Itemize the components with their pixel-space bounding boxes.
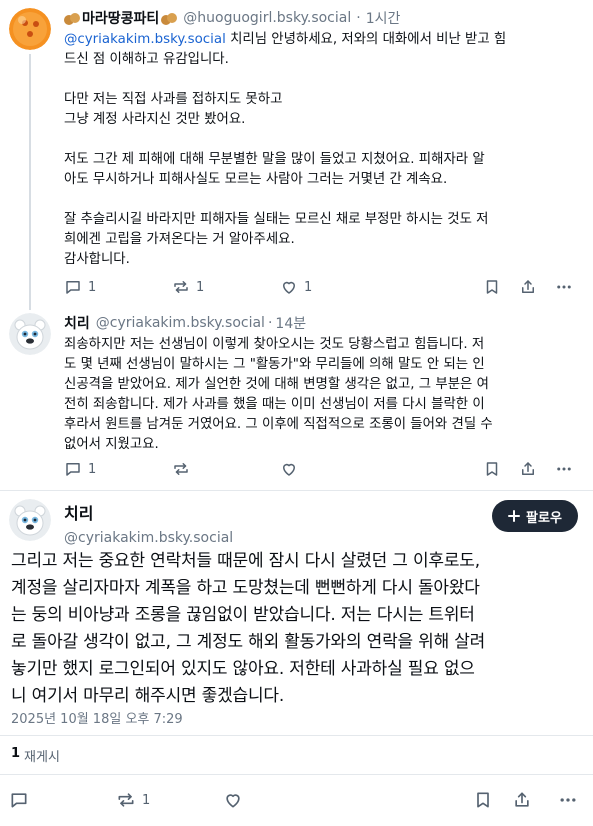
heart-icon: [283, 281, 295, 294]
post1-separator: ·: [356, 10, 361, 26]
peanut-icon: [64, 11, 80, 25]
post3-author-block: 치리 @cyriakakim.bsky.social: [64, 500, 233, 546]
thread-connector-line: [29, 54, 31, 310]
post2-display-name[interactable]: 치리: [64, 313, 90, 333]
post3-body: 그리고 저는 중요한 연락처들 때문에 잠시 다시 살렸던 그 이후로도, 계정…: [11, 551, 486, 706]
bookmark-icon: [486, 462, 498, 476]
speech-bubble-icon: [66, 281, 80, 294]
post1-bookmark-button[interactable]: [483, 278, 501, 296]
post3-timestamp[interactable]: 2025년 10월 18일 오후 7:29: [11, 708, 183, 727]
follow-button-label: 팔로우: [526, 510, 562, 526]
repost-arrows-icon: [174, 463, 188, 475]
plus-icon: [508, 510, 521, 522]
post3-display-name[interactable]: 치리: [64, 500, 233, 524]
repost-arrows-icon: [174, 281, 188, 293]
post3-like-button[interactable]: [223, 790, 243, 810]
post1-repost-button[interactable]: 1: [172, 278, 204, 296]
bookmark-icon: [486, 280, 498, 294]
post1-text: 치리님 안녕하세요, 저와의 대화에서 비난 받고 힘 드신 점 이해하고 유감…: [64, 32, 507, 267]
divider: [0, 490, 593, 491]
repost-total-label: 재게시: [24, 750, 60, 765]
post2-body: 죄송하지만 저는 선생님이 이렇게 찾아오시는 것도 당황스럽고 힘듭니다. 저…: [64, 337, 493, 452]
heart-icon: [283, 463, 295, 476]
share-icon: [522, 462, 534, 475]
post1-like-button[interactable]: 1: [280, 278, 312, 296]
post3-share-button[interactable]: [512, 790, 532, 810]
post1-repost-count: 1: [196, 279, 205, 295]
avatar-cyriakakim[interactable]: [9, 313, 51, 355]
post2-header: 치리 @cyriakakim.bsky.social · 14분: [64, 313, 306, 333]
post3-handle[interactable]: @cyriakakim.bsky.social: [64, 530, 233, 546]
divider: [0, 774, 593, 775]
post3-repost-count: 1: [142, 792, 151, 808]
post1-body: @cyriakakim.bsky.social 치리님 안녕하세요, 저와의 대…: [64, 30, 584, 270]
post3-bookmark-button[interactable]: [473, 790, 493, 810]
peanut-icon: [161, 11, 178, 25]
more-dots-icon: [560, 798, 576, 802]
post1-mention-link[interactable]: @cyriakakim.bsky.social: [64, 32, 226, 47]
share-icon: [522, 280, 534, 293]
heart-icon: [226, 794, 240, 808]
post1-time[interactable]: 1시간: [366, 8, 401, 28]
post3-more-button[interactable]: [558, 790, 578, 810]
post2-repost-button[interactable]: [172, 460, 196, 478]
post1-like-count: 1: [304, 279, 313, 295]
post1-display-name[interactable]: 마라땅콩파티: [82, 8, 159, 28]
post1-header: 마라땅콩파티 @huoguogirl.bsky.social · 1시간: [64, 8, 400, 28]
speech-bubble-icon: [11, 793, 27, 808]
post1-share-button[interactable]: [519, 278, 537, 296]
post2-share-button[interactable]: [519, 460, 537, 478]
repost-arrows-icon: [118, 793, 134, 807]
post1-reply-count: 1: [88, 279, 97, 295]
post1-more-button[interactable]: [555, 278, 573, 296]
post2-reply-button[interactable]: 1: [64, 460, 96, 478]
post2-handle[interactable]: @cyriakakim.bsky.social: [96, 315, 265, 331]
post3-reply-button[interactable]: [9, 790, 29, 810]
avatar-cyriakakim-focused[interactable]: [9, 499, 51, 541]
follow-button[interactable]: 팔로우: [492, 500, 578, 532]
post1-reply-button[interactable]: 1: [64, 278, 96, 296]
post3-repost-summary[interactable]: 1 재게시: [11, 746, 60, 765]
speech-bubble-icon: [66, 463, 80, 476]
share-icon: [515, 792, 529, 807]
post2-bookmark-button[interactable]: [483, 460, 501, 478]
post3-repost-button[interactable]: 1: [116, 790, 150, 810]
post2-more-button[interactable]: [555, 460, 573, 478]
bear-avatar-image: [9, 313, 51, 355]
orange-ball-avatar-image: [9, 8, 51, 50]
post2-time[interactable]: 14분: [275, 313, 306, 333]
post2-like-button[interactable]: [280, 460, 298, 478]
more-dots-icon: [557, 467, 571, 471]
post2-separator: ·: [267, 315, 273, 331]
repost-total-count: 1: [11, 746, 21, 761]
avatar-huoguogirl[interactable]: [9, 8, 51, 50]
more-dots-icon: [557, 285, 571, 289]
post1-handle[interactable]: @huoguogirl.bsky.social: [183, 10, 351, 26]
divider: [0, 735, 593, 736]
post2-reply-count: 1: [88, 461, 97, 477]
bear-avatar-image: [9, 499, 51, 541]
bookmark-icon: [477, 792, 489, 808]
